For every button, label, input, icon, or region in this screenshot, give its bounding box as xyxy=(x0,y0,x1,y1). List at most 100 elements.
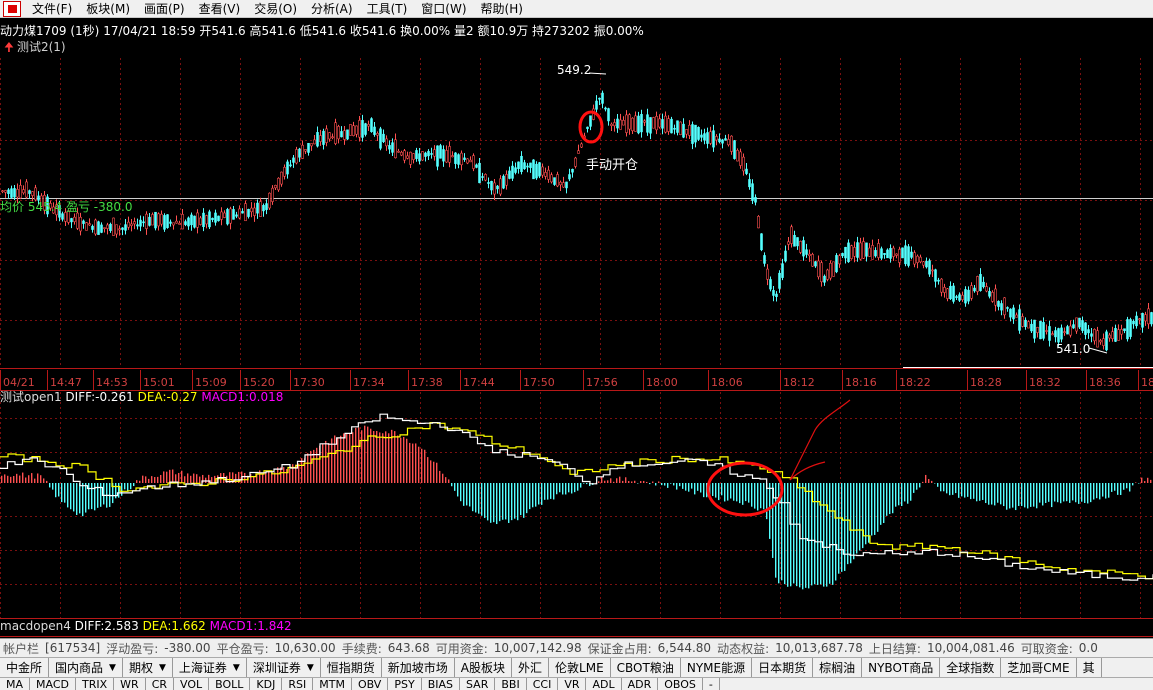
macd-bar xyxy=(703,483,705,498)
indicator-tab[interactable]: BIAS xyxy=(422,678,460,690)
macd-bar xyxy=(631,481,633,483)
indicator-tab[interactable]: MACD xyxy=(30,678,76,690)
market-tab[interactable]: 日本期货 xyxy=(752,658,814,677)
candle-body xyxy=(100,224,103,233)
time-axis-label: 17:44 xyxy=(463,376,495,389)
candle-body xyxy=(946,288,949,299)
indicator-tab[interactable]: BOLL xyxy=(209,678,251,690)
indicator-tab[interactable]: PSY xyxy=(388,678,422,690)
market-tab[interactable]: NYME能源 xyxy=(680,658,753,677)
indicator-tab[interactable]: TRIX xyxy=(76,678,115,690)
candle-body xyxy=(658,118,661,128)
candle-body xyxy=(694,124,697,143)
macd-bar xyxy=(793,483,795,584)
macd-bar xyxy=(388,433,390,483)
market-tab[interactable]: 外汇 xyxy=(512,658,550,677)
market-tab[interactable]: 全球指数 xyxy=(940,658,1002,677)
candle-body xyxy=(631,117,634,132)
macd-bar xyxy=(22,472,24,483)
status-value: 0.0 xyxy=(1078,641,1098,655)
indicator-tab[interactable]: MA xyxy=(0,678,31,690)
time-axis-label: 17:38 xyxy=(411,376,443,389)
indicator-tab[interactable]: KDJ xyxy=(250,678,283,690)
macd-bar xyxy=(718,483,720,501)
candle-body xyxy=(883,253,886,255)
candle-body xyxy=(643,120,646,123)
macd-bar xyxy=(1,475,3,483)
market-tab[interactable]: 中金所 xyxy=(0,658,50,677)
macd-bar xyxy=(634,480,636,483)
market-tab[interactable]: 芝加哥CME xyxy=(1001,658,1077,677)
macd-bar xyxy=(889,483,891,515)
market-tab[interactable]: 棕榈油 xyxy=(813,658,863,677)
candle-body xyxy=(229,208,232,224)
indicator-tab[interactable]: OBOS xyxy=(658,678,703,690)
market-tab[interactable]: 其 xyxy=(1076,658,1102,677)
candle-body xyxy=(163,215,166,230)
indicator-tab[interactable]: ADR xyxy=(622,678,659,690)
macd-bar xyxy=(571,483,573,494)
macd-bar xyxy=(1015,483,1017,511)
candle-body xyxy=(559,181,562,186)
quote-close: 收541.6 xyxy=(349,24,397,38)
quote-symbol: 动力煤1709 (1秒) xyxy=(0,24,100,38)
candle-body xyxy=(253,207,256,216)
kline-chart[interactable]: 04/21 14:47 14:53 15:01 15:09 15:20 17:30 17:34… xyxy=(0,0,1153,638)
indicator-tab[interactable]: VR xyxy=(558,678,587,690)
candle-body xyxy=(1027,321,1030,329)
candle-body xyxy=(232,209,235,220)
macd-bar xyxy=(64,483,66,503)
time-axis: 04/21 14:47 14:53 15:01 15:09 15:20 17:30 17:34… xyxy=(0,370,1153,390)
candle-body xyxy=(76,212,79,229)
market-tab[interactable]: NYBOT商品 xyxy=(862,658,941,677)
indicator-tab[interactable]: WR xyxy=(114,678,146,690)
candle-body xyxy=(622,120,625,126)
market-tab[interactable]: CBOT粮油 xyxy=(610,658,681,677)
candle-body xyxy=(247,208,250,217)
macd-bar xyxy=(700,483,702,493)
indicator-tab[interactable]: ADL xyxy=(586,678,622,690)
macd-bar xyxy=(748,483,750,503)
candle-body xyxy=(580,143,583,148)
indicator-label[interactable]: 🠉 测试2(1) xyxy=(4,40,66,54)
macd-bar xyxy=(1111,483,1113,492)
indicator-tab[interactable]: VOL xyxy=(174,678,210,690)
market-tab[interactable]: 深圳证券 ▼ xyxy=(246,658,321,677)
indicator-tab[interactable]: - xyxy=(703,678,720,690)
macd-bar xyxy=(724,483,726,502)
market-tab[interactable]: 新加坡市场 xyxy=(381,658,455,677)
macd-bar xyxy=(16,473,18,483)
macd-bar xyxy=(556,483,558,495)
candle-body xyxy=(418,153,421,162)
indicator-tab[interactable]: RSI xyxy=(282,678,314,690)
market-tab[interactable]: A股板块 xyxy=(454,658,513,677)
macd-bar xyxy=(529,483,531,510)
candle-body xyxy=(1045,330,1048,332)
time-axis-label: 17:34 xyxy=(353,376,385,389)
status-value: 643.68 xyxy=(387,641,430,655)
indicator-tab[interactable]: CCI xyxy=(527,678,559,690)
indicator-tab[interactable]: MTM xyxy=(313,678,352,690)
macd-bar xyxy=(193,473,195,483)
candle-body xyxy=(766,268,769,280)
macd-bar xyxy=(931,480,933,483)
market-tab[interactable]: 伦敦LME xyxy=(549,658,611,677)
candle-body xyxy=(832,261,835,277)
candle-body xyxy=(1081,320,1084,331)
indicator-tab[interactable]: BBI xyxy=(495,678,527,690)
candle-body xyxy=(409,151,412,165)
indicator-tab[interactable]: CR xyxy=(146,678,175,690)
candle-body xyxy=(556,174,559,187)
market-tab[interactable]: 期权 ▼ xyxy=(122,658,173,677)
candle-body xyxy=(262,205,265,212)
candle-body xyxy=(673,127,676,130)
market-tab[interactable]: 国内商品 ▼ xyxy=(49,658,123,677)
macd-bar xyxy=(1099,483,1101,500)
indicator-tab[interactable]: OBV xyxy=(352,678,389,690)
market-tab[interactable]: 上海证券 ▼ xyxy=(172,658,247,677)
candle-body xyxy=(103,227,106,229)
candle-body xyxy=(265,203,268,210)
market-tab[interactable]: 恒指期货 xyxy=(320,658,382,677)
candle-body xyxy=(751,183,754,201)
indicator-tab[interactable]: SAR xyxy=(460,678,496,690)
